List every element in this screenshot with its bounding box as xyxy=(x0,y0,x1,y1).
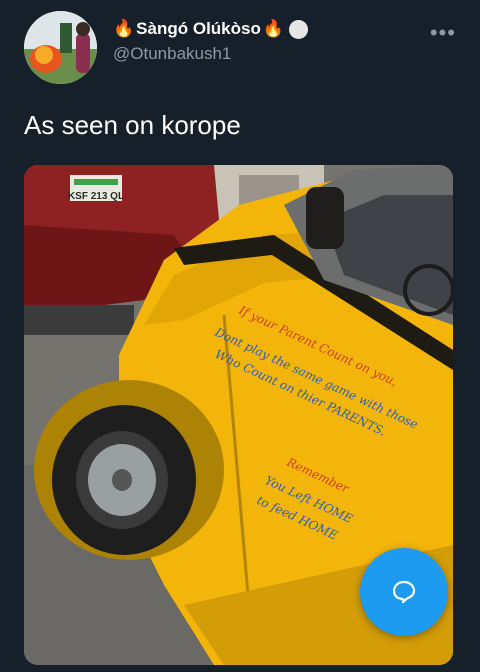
user-handle[interactable]: @Otunbakush1 xyxy=(113,44,308,64)
display-name-row[interactable]: 🔥 Sàngó Olúkòso 🔥 xyxy=(113,19,309,39)
more-options-button[interactable]: ••• xyxy=(430,22,456,44)
avatar[interactable] xyxy=(24,11,97,84)
car-license-plate: KSF 213 QL xyxy=(68,191,124,202)
plate-stripe xyxy=(74,179,118,185)
display-name[interactable]: Sàngó Olúkòso xyxy=(136,19,261,39)
compose-reply-button[interactable] xyxy=(360,548,448,636)
avatar-image xyxy=(24,11,97,84)
tweet-view: 🔥 Sàngó Olúkòso 🔥 @Otunbakush1 ••• As se… xyxy=(0,0,480,672)
author-block[interactable]: 🔥 Sàngó Olúkòso 🔥 @Otunbakush1 xyxy=(113,19,309,64)
compose-reply-icon xyxy=(392,580,416,604)
tweet-text: As seen on korope xyxy=(24,110,241,140)
circle-icon xyxy=(289,19,309,39)
fire-icon: 🔥 xyxy=(113,19,135,38)
fire-icon: 🔥 xyxy=(262,19,285,38)
